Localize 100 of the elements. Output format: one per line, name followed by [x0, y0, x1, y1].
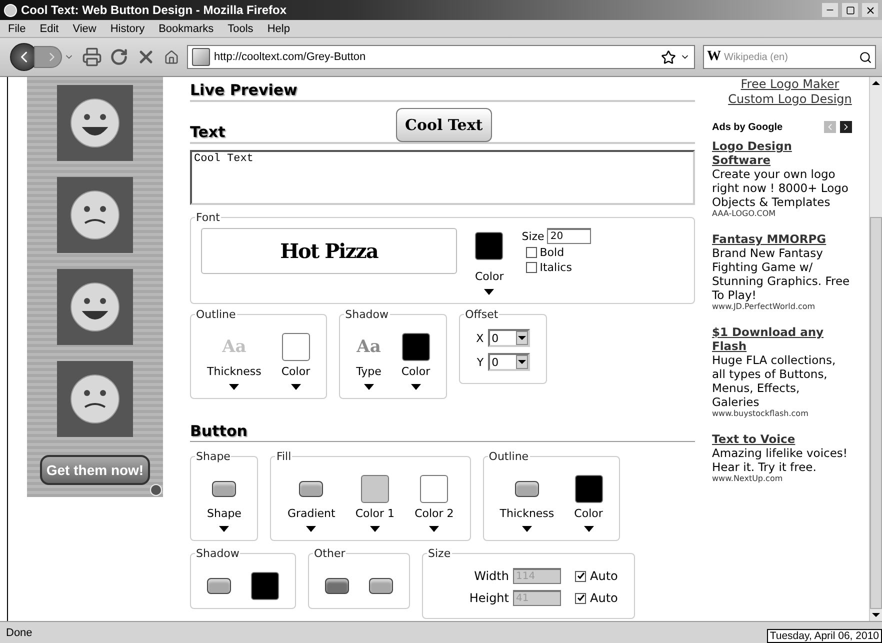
ad-title-link[interactable]: $1 Download any Flash	[712, 325, 850, 353]
control-label: Gradient	[287, 507, 336, 520]
home-icon[interactable]	[164, 50, 179, 64]
search-engine-icon[interactable]: W	[707, 49, 721, 65]
group-legend: Offset	[464, 308, 500, 321]
text-input[interactable]: Cool Text	[190, 150, 695, 205]
menu-item[interactable]: History	[110, 22, 145, 34]
ad-button[interactable]: Get them now!	[40, 455, 150, 485]
bookmark-star-icon[interactable]	[661, 50, 676, 64]
group-legend: Size	[427, 547, 452, 560]
emoticon-drawing	[69, 373, 121, 425]
caret-icon[interactable]	[429, 526, 440, 532]
control-label: Color	[281, 365, 310, 378]
caret-icon[interactable]	[290, 384, 301, 390]
field-label: Y	[476, 356, 484, 368]
group-legend: Shadow	[344, 308, 390, 321]
restore-button[interactable]	[842, 3, 858, 17]
checkbox-label: Auto	[590, 591, 618, 605]
caret-icon[interactable]	[229, 384, 240, 390]
ad-text: Brand New Fantasy Fighting Game w/ Stunning Graphics. Free To Play!	[712, 246, 850, 302]
size-input[interactable]: 20	[547, 228, 592, 244]
menu-item[interactable]: Bookmarks	[158, 22, 214, 34]
restore-icon[interactable]	[846, 6, 854, 14]
close-button[interactable]	[862, 3, 878, 17]
color-swatch[interactable]	[574, 475, 603, 503]
group-legend: Font	[195, 211, 221, 224]
control-label: Type	[356, 365, 382, 378]
menu-item[interactable]: Edit	[40, 22, 59, 34]
button-shape-icon[interactable]	[369, 578, 393, 594]
control-label: Shape	[207, 507, 242, 520]
color-swatch[interactable]	[251, 572, 279, 600]
checkbox-label: Auto	[590, 569, 618, 583]
control-label: Thickness	[207, 365, 262, 378]
group-legend: Other	[313, 547, 346, 560]
close-icon[interactable]	[864, 4, 876, 16]
section-heading: Live Preview	[190, 80, 298, 100]
menu-item[interactable]: File	[8, 22, 26, 34]
caret-icon[interactable]	[410, 384, 421, 390]
checkbox[interactable]	[526, 247, 537, 258]
scrollbar[interactable]	[869, 77, 882, 621]
menu-item[interactable]: Help	[267, 22, 290, 34]
caret-icon[interactable]	[219, 526, 230, 532]
button-shape-icon[interactable]	[325, 578, 349, 594]
control-label: Color	[574, 507, 603, 520]
address-field[interactable]: http://cooltext.com/Grey-Button	[187, 45, 695, 69]
reload-icon[interactable]	[110, 48, 128, 66]
color-swatch[interactable]	[420, 475, 448, 503]
control-label: Color	[475, 270, 504, 283]
checkbox[interactable]	[526, 262, 537, 273]
caret-icon[interactable]	[306, 526, 316, 532]
caret-icon[interactable]	[522, 526, 532, 532]
preview-button[interactable]: Cool Text	[396, 108, 492, 142]
ad-url: www.buystockflash.com	[712, 409, 810, 418]
page-link[interactable]: Free Logo Maker	[712, 77, 868, 92]
ad-text: Amazing lifelike voices! Hear it. Try it free.	[712, 446, 849, 474]
font-preview[interactable]: Hot Pizza	[201, 228, 457, 274]
ad-title-link[interactable]: Text to Voice	[712, 432, 850, 446]
button-shape-icon[interactable]	[207, 578, 231, 594]
field-label: Width	[473, 569, 509, 583]
emoticon-drawing	[69, 97, 121, 149]
color-swatch[interactable]	[360, 475, 389, 503]
caret-icon[interactable]	[370, 526, 380, 532]
offset-select[interactable]: 0	[488, 353, 530, 371]
emoticon-drawing	[69, 189, 121, 241]
group-legend: Fill	[275, 450, 292, 463]
color-swatch[interactable]	[282, 333, 310, 361]
ad-url: www.JD.PerfectWorld.com	[712, 302, 816, 311]
group-legend: Outline	[195, 308, 237, 321]
date-tooltip: Tuesday, April 06, 2010	[766, 629, 882, 643]
menu-item[interactable]: View	[72, 22, 96, 34]
section-heading: Button	[190, 421, 248, 441]
ad-url: AAA-LOGO.COM	[712, 209, 777, 218]
info-icon[interactable]	[150, 484, 162, 496]
button-shape-icon[interactable]	[514, 481, 539, 497]
button-shape-icon[interactable]	[212, 481, 236, 497]
menu-item[interactable]: Tools	[228, 22, 254, 34]
ad-text: Huge FLA collections, all types of Buttons, Menus, Effects, Galeries	[712, 353, 837, 409]
ad-title-link[interactable]: Logo Design Software	[712, 139, 850, 167]
ad-url: www.NextUp.com	[712, 474, 784, 483]
caret-icon[interactable]	[484, 289, 494, 295]
search-field[interactable]: W Wikipedia (en)	[703, 45, 876, 69]
caret-icon[interactable]	[584, 526, 594, 532]
ad-title-link[interactable]: Fantasy MMORPG	[712, 232, 850, 246]
window-title: Cool Text: Web Button Design - Mozilla Firefox	[21, 3, 288, 17]
caret-icon[interactable]	[364, 384, 374, 390]
control-label: Color 1	[355, 507, 395, 520]
status-text: Done	[6, 626, 32, 638]
color-swatch[interactable]	[402, 333, 430, 361]
page-link[interactable]: Custom Logo Design	[712, 92, 868, 107]
control-label: Color	[401, 365, 430, 378]
site-icon	[192, 48, 210, 66]
ad-text: Create your own logo right now ! 8000+ Logo Objects & Templates	[712, 167, 850, 209]
minimize-button[interactable]	[822, 3, 838, 17]
button-shape-icon[interactable]	[299, 481, 324, 497]
print-icon[interactable]	[82, 47, 102, 67]
color-swatch[interactable]	[475, 232, 504, 260]
field-label: Size	[522, 230, 544, 242]
ads-label: Ads by Google	[712, 122, 783, 132]
search-icon[interactable]	[859, 50, 872, 64]
offset-select[interactable]: 0	[488, 329, 530, 347]
